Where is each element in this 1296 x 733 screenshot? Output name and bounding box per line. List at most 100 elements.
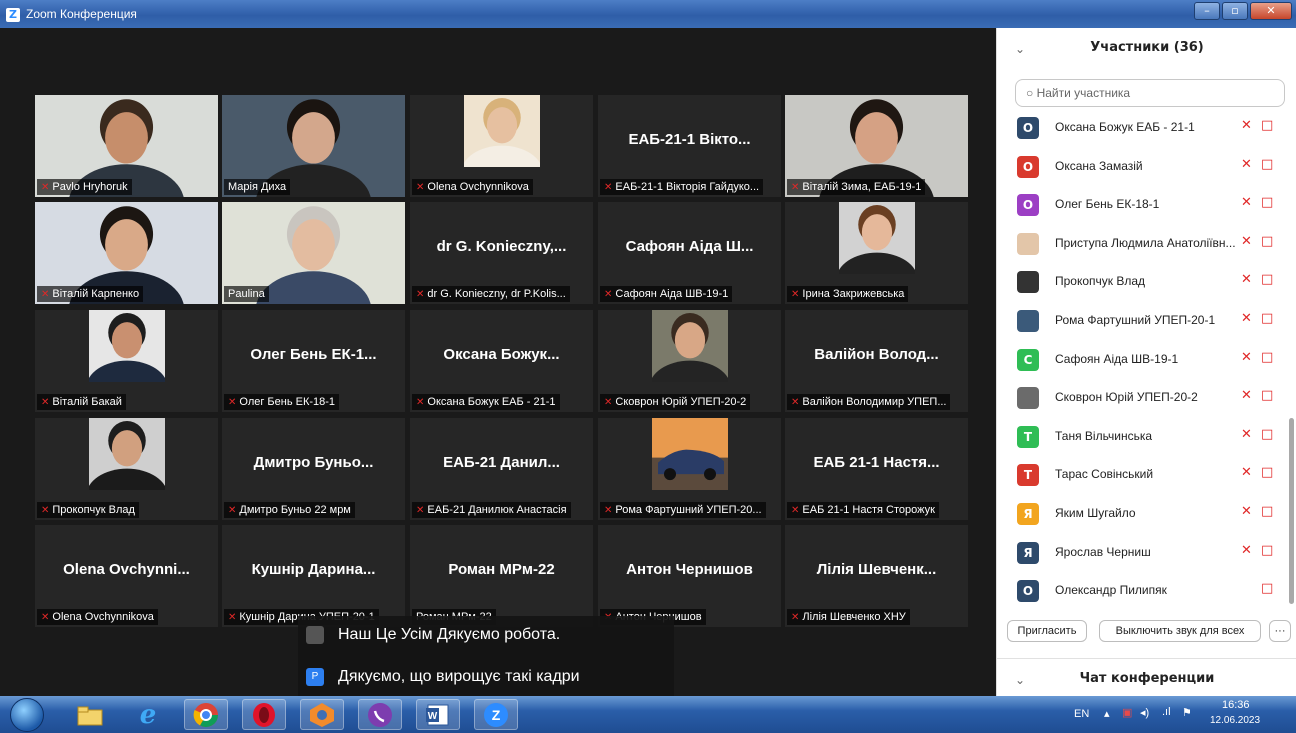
video-tile[interactable]: Дмитро Буньо... ✕ Дмитро Буньо 22 мрм xyxy=(222,418,405,520)
video-tile[interactable]: ЕАБ-21-1 Вікто... ✕ ЕАБ-21-1 Вікторія Гайд… xyxy=(598,95,781,197)
participant-search-input[interactable]: ○ Найти участника xyxy=(1015,79,1285,107)
minimize-button[interactable]: – xyxy=(1194,2,1220,20)
video-tile[interactable]: Olena Ovchynni... ✕ Olena Ovchynnikova xyxy=(35,525,218,627)
zoom-taskbar-icon[interactable]: Z xyxy=(474,699,518,730)
mic-muted-icon: ✕ xyxy=(791,397,800,408)
video-off-icon[interactable]: □ xyxy=(1261,504,1273,519)
chrome-icon[interactable] xyxy=(184,699,228,730)
video-tile[interactable]: ✕ Віталій Карпенко xyxy=(35,202,218,304)
participant-name-text: Сковрон Юрій УПЕП-20-2 xyxy=(615,396,747,408)
flag-icon[interactable]: ⚑ xyxy=(1182,706,1192,719)
invite-button[interactable]: Пригласить xyxy=(1007,620,1087,642)
video-off-icon[interactable]: □ xyxy=(1261,234,1273,249)
video-tile[interactable]: ✕ Рома Фартушний УПЕП-20... xyxy=(598,418,781,520)
video-off-icon[interactable]: □ xyxy=(1261,157,1273,172)
tray-app-icon[interactable]: ▣ xyxy=(1122,706,1132,719)
mic-muted-icon[interactable]: ✕ xyxy=(1241,272,1252,287)
video-tile[interactable]: Антон Чернишов✕Антон Чернишов xyxy=(598,525,781,627)
video-off-icon[interactable]: □ xyxy=(1261,195,1273,210)
tray-expand-icon[interactable]: ▴ xyxy=(1104,707,1110,720)
participant-list-item[interactable]: Т Таня Вільчинська ✕ □ xyxy=(997,418,1291,456)
participant-name-label: ✕ Оксана Божук ЕАБ - 21-1 xyxy=(412,394,560,410)
video-tile[interactable]: Марія Диха xyxy=(222,95,405,197)
participant-avatar: Я xyxy=(1017,503,1039,525)
participant-avatar xyxy=(1017,310,1039,332)
video-tile[interactable]: Олег Бень ЕК-1... ✕ Олег Бень ЕК-18-1 xyxy=(222,310,405,412)
maximize-button[interactable]: ▫ xyxy=(1222,2,1248,20)
participant-list-scrollbar[interactable] xyxy=(1289,418,1294,604)
video-tile[interactable]: Валійон Волод... ✕ Валійон Володимир УПЕП.… xyxy=(785,310,968,412)
participant-list-item[interactable]: О Оксана Божук ЕАБ - 21-1 ✕ □ xyxy=(997,110,1291,147)
close-button[interactable]: ✕ xyxy=(1250,2,1292,20)
app-eye-icon[interactable] xyxy=(300,699,344,730)
participants-title: Участники (36) xyxy=(1090,40,1204,55)
more-options-button[interactable]: ··· xyxy=(1269,620,1291,642)
video-off-icon[interactable]: □ xyxy=(1261,311,1273,326)
video-off-icon[interactable]: □ xyxy=(1261,427,1273,442)
participant-list-item[interactable]: О Олег Бень ЕК-18-1 ✕ □ xyxy=(997,186,1291,224)
mic-muted-icon[interactable]: ✕ xyxy=(1241,234,1252,249)
video-off-icon[interactable]: □ xyxy=(1261,465,1273,480)
participant-list-item[interactable]: Приступа Людмила Анатоліївн... ✕ □ xyxy=(997,225,1291,263)
video-tile[interactable]: ✕ Віталій Бакай xyxy=(35,310,218,412)
video-off-icon[interactable]: □ xyxy=(1261,581,1273,596)
mic-muted-icon[interactable]: ✕ xyxy=(1241,388,1252,403)
participant-list-item[interactable]: О Олександр Пилипяк □ xyxy=(997,572,1291,604)
mic-muted-icon[interactable]: ✕ xyxy=(1241,427,1252,442)
video-tile[interactable]: dr G. Konieczny,... ✕ dr G. Konieczny, dr … xyxy=(410,202,593,304)
video-tile[interactable]: Роман МРм-22Роман МРм-22 xyxy=(410,525,593,627)
participant-list-item[interactable]: Т Тарас Совінський ✕ □ xyxy=(997,456,1291,494)
chat-message: Наш Це Усім Дякуємо робота. xyxy=(306,626,560,644)
start-button[interactable] xyxy=(10,698,44,732)
language-indicator[interactable]: EN xyxy=(1074,708,1089,720)
clock-time[interactable]: 16:36 xyxy=(1222,699,1250,711)
opera-icon[interactable] xyxy=(242,699,286,730)
video-tile[interactable]: ЕАБ-21 Данил... ✕ ЕАБ-21 Данилюк Анастасія xyxy=(410,418,593,520)
video-tile[interactable]: Кушнір Дарина...✕Кушнір Дарина УПЕП-20-1 xyxy=(222,525,405,627)
participant-list-item[interactable]: Я Ярослав Черниш ✕ □ xyxy=(997,534,1291,572)
word-icon[interactable]: W xyxy=(416,699,460,730)
viber-icon[interactable] xyxy=(358,699,402,730)
video-tile[interactable]: Сафоян Аіда Ш... ✕ Сафоян Аіда ШВ-19-1 xyxy=(598,202,781,304)
participant-list-item[interactable]: Рома Фартушний УПЕП-20-1 ✕ □ xyxy=(997,302,1291,340)
participant-list-item[interactable]: С Сафоян Аіда ШВ-19-1 ✕ □ xyxy=(997,341,1291,379)
explorer-icon[interactable] xyxy=(68,699,112,730)
network-signal-icon[interactable]: .ıl xyxy=(1162,706,1171,718)
mic-muted-icon[interactable]: ✕ xyxy=(1241,465,1252,480)
mic-muted-icon[interactable]: ✕ xyxy=(1241,504,1252,519)
video-tile[interactable]: Оксана Божук... ✕ Оксана Божук ЕАБ - 21-1 xyxy=(410,310,593,412)
mic-muted-icon[interactable]: ✕ xyxy=(1241,118,1252,133)
participant-list-item[interactable]: О Оксана Замазій ✕ □ xyxy=(997,148,1291,186)
mic-muted-icon[interactable]: ✕ xyxy=(1241,195,1252,210)
video-tile[interactable]: ✕ Сковрон Юрій УПЕП-20-2 xyxy=(598,310,781,412)
participant-list-item[interactable]: Я Яким Шугайло ✕ □ xyxy=(997,495,1291,533)
volume-icon[interactable]: ◂) xyxy=(1140,706,1149,719)
video-tile[interactable]: ✕ Прокопчук Влад xyxy=(35,418,218,520)
participant-name-label: ✕ ЕАБ-21-1 Вікторія Гайдуко... xyxy=(600,179,764,195)
clock-date[interactable]: 12.06.2023 xyxy=(1210,715,1260,726)
video-off-icon[interactable]: □ xyxy=(1261,543,1273,558)
internet-explorer-icon[interactable]: e xyxy=(126,699,170,730)
mic-muted-icon[interactable]: ✕ xyxy=(1241,311,1252,326)
video-tile[interactable]: Paulina xyxy=(222,202,405,304)
video-tile[interactable]: ✕ Ірина Закрижевська xyxy=(785,202,968,304)
participant-list[interactable]: О Оксана Божук ЕАБ - 21-1 ✕ □ О Оксана З… xyxy=(997,110,1291,604)
mute-all-button[interactable]: Выключить звук для всех xyxy=(1099,620,1261,642)
mic-muted-icon[interactable]: ✕ xyxy=(1241,157,1252,172)
video-tile[interactable]: ✕ Olena Ovchynnikova xyxy=(410,95,593,197)
video-tile[interactable]: Лілія Шевченк... ✕ Лілія Шевченко ХНУ xyxy=(785,525,968,627)
participant-list-item[interactable]: Прокопчук Влад ✕ □ xyxy=(997,263,1291,301)
video-tile[interactable]: ✕ Віталій Зима, ЕАБ-19-1 xyxy=(785,95,968,197)
participant-list-item[interactable]: Сковрон Юрій УПЕП-20-2 ✕ □ xyxy=(997,379,1291,417)
video-off-icon[interactable]: □ xyxy=(1261,350,1273,365)
video-tile[interactable]: ЕАБ 21-1 Настя... ✕ ЕАБ 21-1 Настя Сторожу… xyxy=(785,418,968,520)
chat-notification-overlay[interactable]: Наш Це Усім Дякуємо робота. P Дякуємо, щ… xyxy=(298,616,674,696)
participant-name: Яким Шугайло xyxy=(1055,506,1136,520)
video-off-icon[interactable]: □ xyxy=(1261,272,1273,287)
video-off-icon[interactable]: □ xyxy=(1261,118,1273,133)
mic-muted-icon[interactable]: ✕ xyxy=(1241,543,1252,558)
video-off-icon[interactable]: □ xyxy=(1261,388,1273,403)
video-tile[interactable]: ✕ Pavlo Hryhoruk xyxy=(35,95,218,197)
chat-header[interactable]: ⌄ Чат конференции xyxy=(997,658,1296,696)
mic-muted-icon[interactable]: ✕ xyxy=(1241,350,1252,365)
